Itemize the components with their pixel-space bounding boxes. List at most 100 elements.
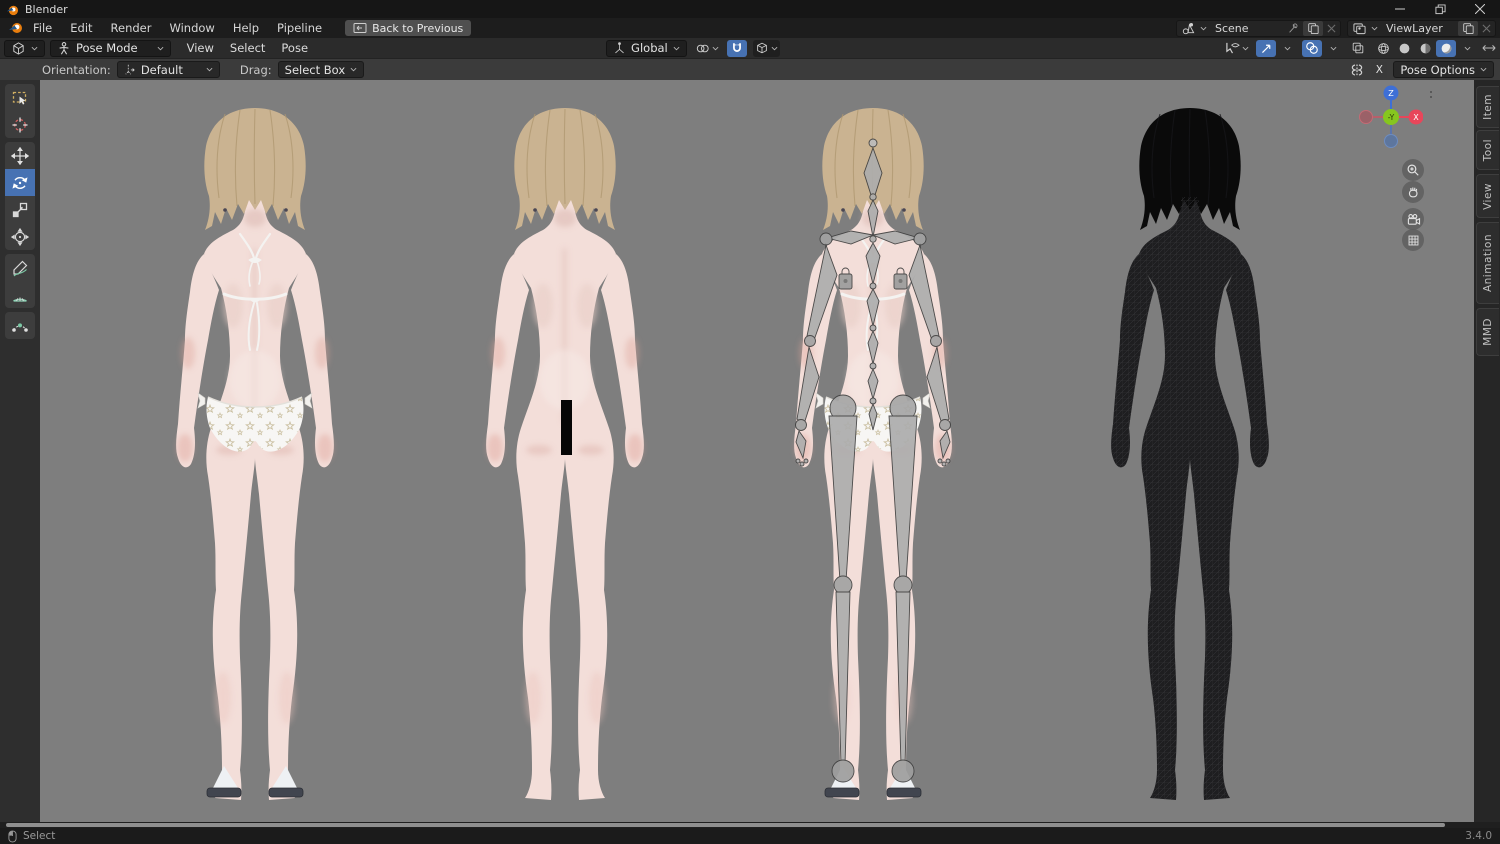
menu-render[interactable]: Render — [102, 18, 161, 38]
tool-button-annotate[interactable] — [5, 254, 35, 281]
tool-button-pose-breakdowner[interactable] — [5, 312, 35, 339]
tab-view[interactable]: View — [1476, 174, 1499, 218]
tab-animation[interactable]: Animation — [1476, 222, 1499, 304]
axis-navigation-gizmo[interactable]: Z X -Y — [1359, 85, 1423, 149]
perspective-toggle-button[interactable] — [1402, 229, 1424, 251]
axis-x-label: X — [1413, 113, 1419, 122]
model-figure-armature[interactable] — [763, 98, 983, 810]
tool-button-scale[interactable] — [5, 196, 35, 223]
move-icon — [11, 146, 29, 165]
editor-3d-viewport-icon — [13, 41, 24, 55]
titlebar: Blender — [0, 0, 1500, 18]
minimize-button[interactable] — [1380, 0, 1420, 18]
expand-header-icon[interactable] — [1482, 43, 1496, 53]
blender-menu-logo-icon[interactable] — [8, 21, 24, 35]
pin-icon[interactable] — [1287, 22, 1299, 34]
menu-pipeline[interactable]: Pipeline — [268, 18, 331, 38]
gizmo-options-dropdown[interactable] — [1277, 40, 1297, 57]
menubar: File Edit Render Window Help Pipeline Ba… — [0, 18, 1500, 38]
viewlayer-icon — [1353, 22, 1366, 34]
chevron-down-icon — [771, 46, 778, 50]
snap-toggle-button[interactable] — [726, 39, 747, 57]
mirror-x-label: X — [1375, 63, 1383, 76]
axis-negx-ball[interactable] — [1359, 110, 1373, 124]
bottom-resize-gutter[interactable] — [0, 822, 1500, 828]
app-title: Blender — [25, 2, 68, 16]
drag-label: Drag: — [239, 62, 272, 77]
axis-x-ball[interactable]: X — [1408, 109, 1424, 125]
shading-rendered-button[interactable] — [1436, 39, 1456, 57]
viewport-3d[interactable]: Z X -Y Item Tool View Animation MMD — [0, 80, 1500, 822]
tool-button-cursor[interactable] — [5, 111, 35, 138]
overlays-icon — [1306, 42, 1318, 54]
box-select-icon — [12, 91, 27, 105]
sidebar-collapse-handle[interactable] — [1429, 88, 1433, 101]
mirror-x-toggle[interactable]: X — [1371, 61, 1388, 78]
remove-viewlayer-icon[interactable] — [1482, 24, 1491, 33]
blender-logo-icon — [6, 5, 19, 15]
close-button[interactable] — [1460, 0, 1500, 18]
xray-toggle[interactable] — [1348, 40, 1368, 57]
tool-button-rotate[interactable] — [5, 169, 35, 196]
model-figure-wireframe[interactable] — [1080, 98, 1300, 810]
model-figure-censored[interactable] — [455, 98, 675, 810]
editor-type-button[interactable] — [4, 39, 45, 57]
orientation-label: Orientation: — [42, 62, 111, 77]
back-to-previous-button[interactable]: Back to Previous — [345, 20, 472, 36]
axis-negz-ball[interactable] — [1384, 134, 1398, 148]
mode-dropdown[interactable]: Pose Mode — [50, 39, 171, 57]
show-overlays-toggle[interactable] — [1302, 39, 1322, 57]
pan-view-button[interactable] — [1402, 181, 1424, 203]
pose-options-dropdown[interactable]: Pose Options — [1393, 61, 1494, 78]
snap-settings-dropdown[interactable] — [752, 39, 780, 57]
chevron-down-icon — [157, 46, 164, 50]
menu-window[interactable]: Window — [160, 18, 223, 38]
pivot-point-dropdown[interactable] — [693, 40, 721, 57]
wireframe-mesh-overlay — [1111, 197, 1269, 800]
axis-y-label: -Y — [1388, 113, 1395, 122]
x-mirror-butterfly-icon[interactable] — [1349, 63, 1365, 77]
model-figure-bikini[interactable] — [145, 98, 365, 810]
tool-button-transform[interactable] — [5, 223, 35, 250]
scene-icon — [1182, 22, 1195, 34]
tab-mmd[interactable]: MMD — [1476, 308, 1499, 356]
tab-item[interactable]: Item — [1476, 86, 1499, 128]
orientation-dropdown[interactable]: Default — [116, 61, 220, 78]
new-scene-button[interactable] — [1303, 20, 1323, 36]
chevron-down-icon — [673, 46, 680, 50]
tool-button-move[interactable] — [5, 142, 35, 169]
pose-menu[interactable]: Pose — [273, 38, 316, 59]
show-gizmo-toggle[interactable] — [1256, 39, 1276, 57]
overlays-options-dropdown[interactable] — [1323, 40, 1343, 57]
drag-dropdown[interactable]: Select Box — [277, 61, 365, 78]
tool-button-box-select[interactable] — [5, 84, 35, 111]
new-viewlayer-button[interactable] — [1458, 20, 1478, 36]
shading-options-dropdown[interactable] — [1457, 40, 1477, 57]
transform-icon — [11, 227, 29, 246]
zoom-view-button[interactable] — [1402, 159, 1424, 181]
select-menu[interactable]: Select — [222, 38, 273, 59]
shading-solid-button[interactable] — [1394, 40, 1414, 57]
axis-y-ball[interactable]: -Y — [1383, 109, 1399, 125]
delete-scene-icon[interactable] — [1327, 24, 1336, 33]
gutter-handle[interactable] — [6, 823, 1445, 827]
camera-view-button[interactable] — [1402, 208, 1424, 230]
transform-orientation-dropdown[interactable]: Global — [606, 39, 687, 57]
menu-file[interactable]: File — [24, 18, 61, 38]
viewlayer-selector[interactable]: ViewLayer — [1347, 19, 1496, 37]
scene-selector[interactable]: Scene — [1176, 19, 1341, 37]
chevron-down-icon — [1330, 46, 1336, 50]
view-menu[interactable]: View — [179, 38, 222, 59]
tab-tool[interactable]: Tool — [1476, 130, 1499, 170]
armature-bones[interactable] — [795, 138, 951, 783]
shading-wireframe-button[interactable] — [1373, 40, 1393, 57]
shading-material-button[interactable] — [1415, 40, 1435, 57]
menu-edit[interactable]: Edit — [61, 18, 101, 38]
axis-z-ball[interactable]: Z — [1383, 85, 1399, 101]
rendered-sphere-icon — [1441, 43, 1451, 53]
visibility-dropdown[interactable] — [1223, 40, 1251, 57]
solid-sphere-icon — [1399, 43, 1409, 53]
menu-help[interactable]: Help — [224, 18, 268, 38]
tool-button-measure[interactable] — [5, 281, 35, 308]
maximize-button[interactable] — [1420, 0, 1460, 18]
